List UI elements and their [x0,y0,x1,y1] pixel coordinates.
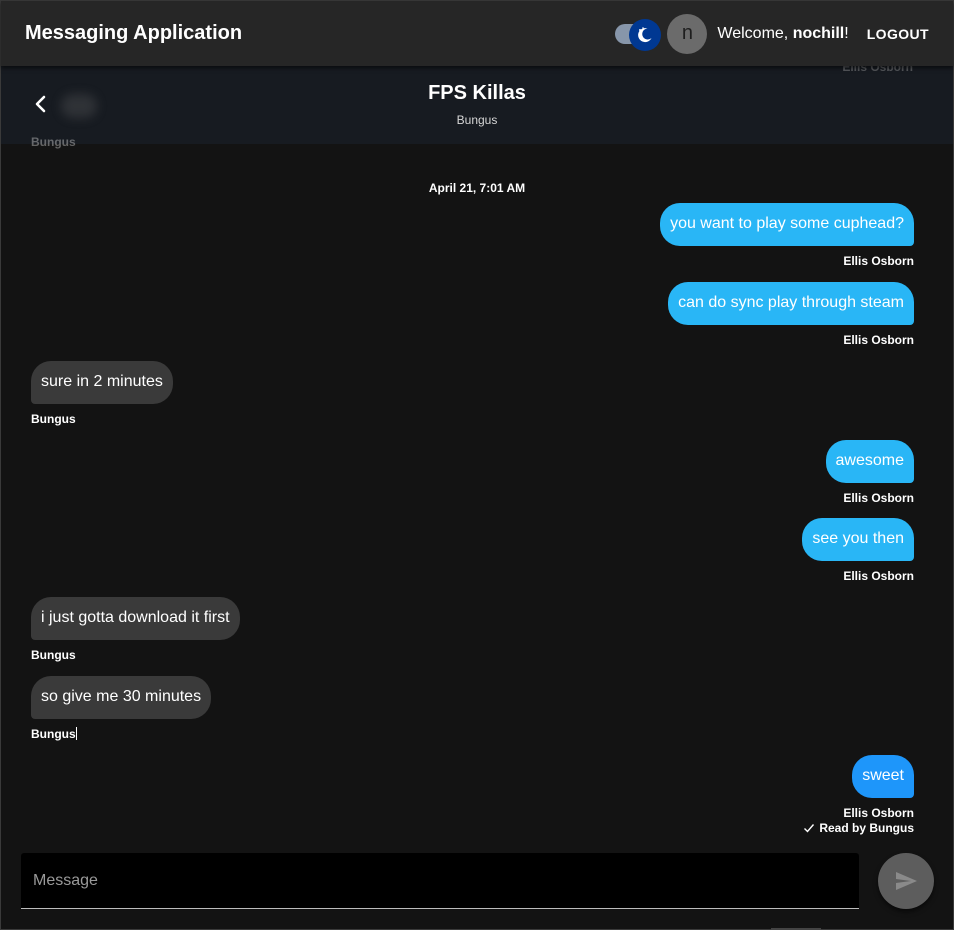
message-sender: Bungus [31,412,76,426]
message-outgoing[interactable]: see you then Ellis Osborn [802,518,914,583]
date-separator: April 21, 7:01 AM [428,181,526,195]
message-bubble[interactable]: you want to play some cuphead? [660,203,914,246]
scrolled-sender-ghost-left: Bungus [31,135,76,149]
conversation-members: Bungus [456,113,498,127]
message-bubble[interactable]: sure in 2 minutes [31,361,173,404]
message-incoming[interactable]: i just gotta download it first Bungus [31,597,240,662]
message-bubble[interactable]: see you then [802,518,914,561]
read-receipt: Read by Bungus [803,821,914,835]
message-bubble[interactable]: sweet [852,755,914,798]
conversation-header: Ellis Osborn FPS Killas Bungus [1,60,953,144]
sender-name: Bungus [31,727,76,741]
message-bubble[interactable]: i just gotta download it first [31,597,240,640]
conversation-title: FPS Killas [428,82,526,104]
send-button[interactable] [878,853,934,909]
welcome-suffix: ! [844,24,849,42]
message-sender: Bungus [31,727,211,741]
message-sender: Ellis Osborn [843,569,914,583]
message-sender: Ellis Osborn [843,806,914,820]
message-outgoing[interactable]: can do sync play through steam Ellis Osb… [668,282,914,347]
message-sender: Ellis Osborn [843,333,914,347]
message-input[interactable] [21,853,859,908]
text-cursor [75,727,77,740]
username: nochill [792,24,845,42]
moon-icon [638,26,652,42]
message-incoming[interactable]: so give me 30 minutes Bungus [31,676,212,741]
app-bar: Messaging Application n Welcome, nochill… [1,1,953,66]
message-outgoing[interactable]: sweet Ellis Osborn [843,755,914,820]
message-outgoing[interactable]: awesome Ellis Osborn [825,440,914,505]
app-title: Messaging Application [25,22,243,44]
check-icon [804,824,815,833]
message-outgoing[interactable]: you want to play some cuphead? Ellis Osb… [660,203,914,268]
message-bubble[interactable]: so give me 30 minutes [31,676,212,719]
message-incoming[interactable]: sure in 2 minutes Bungus [31,361,173,426]
avatar[interactable]: n [667,13,708,54]
message-sender: Bungus [31,648,76,662]
read-receipt-text: Read by Bungus [819,821,914,835]
message-bubble[interactable]: can do sync play through steam [668,282,914,325]
message-bubble[interactable]: awesome [825,440,914,483]
send-icon [896,872,917,890]
message-sender: Ellis Osborn [843,491,914,505]
logout-button[interactable]: LOGOUT [867,26,929,42]
theme-toggle[interactable] [613,17,662,51]
message-composer[interactable] [21,853,859,909]
toggle-thumb[interactable] [629,18,662,51]
welcome-text: Welcome, nochill! [717,25,848,43]
messaging-app: Messaging Application n Welcome, nochill… [0,0,954,930]
welcome-prefix: Welcome, [717,24,793,42]
message-sender: Ellis Osborn [843,254,914,268]
